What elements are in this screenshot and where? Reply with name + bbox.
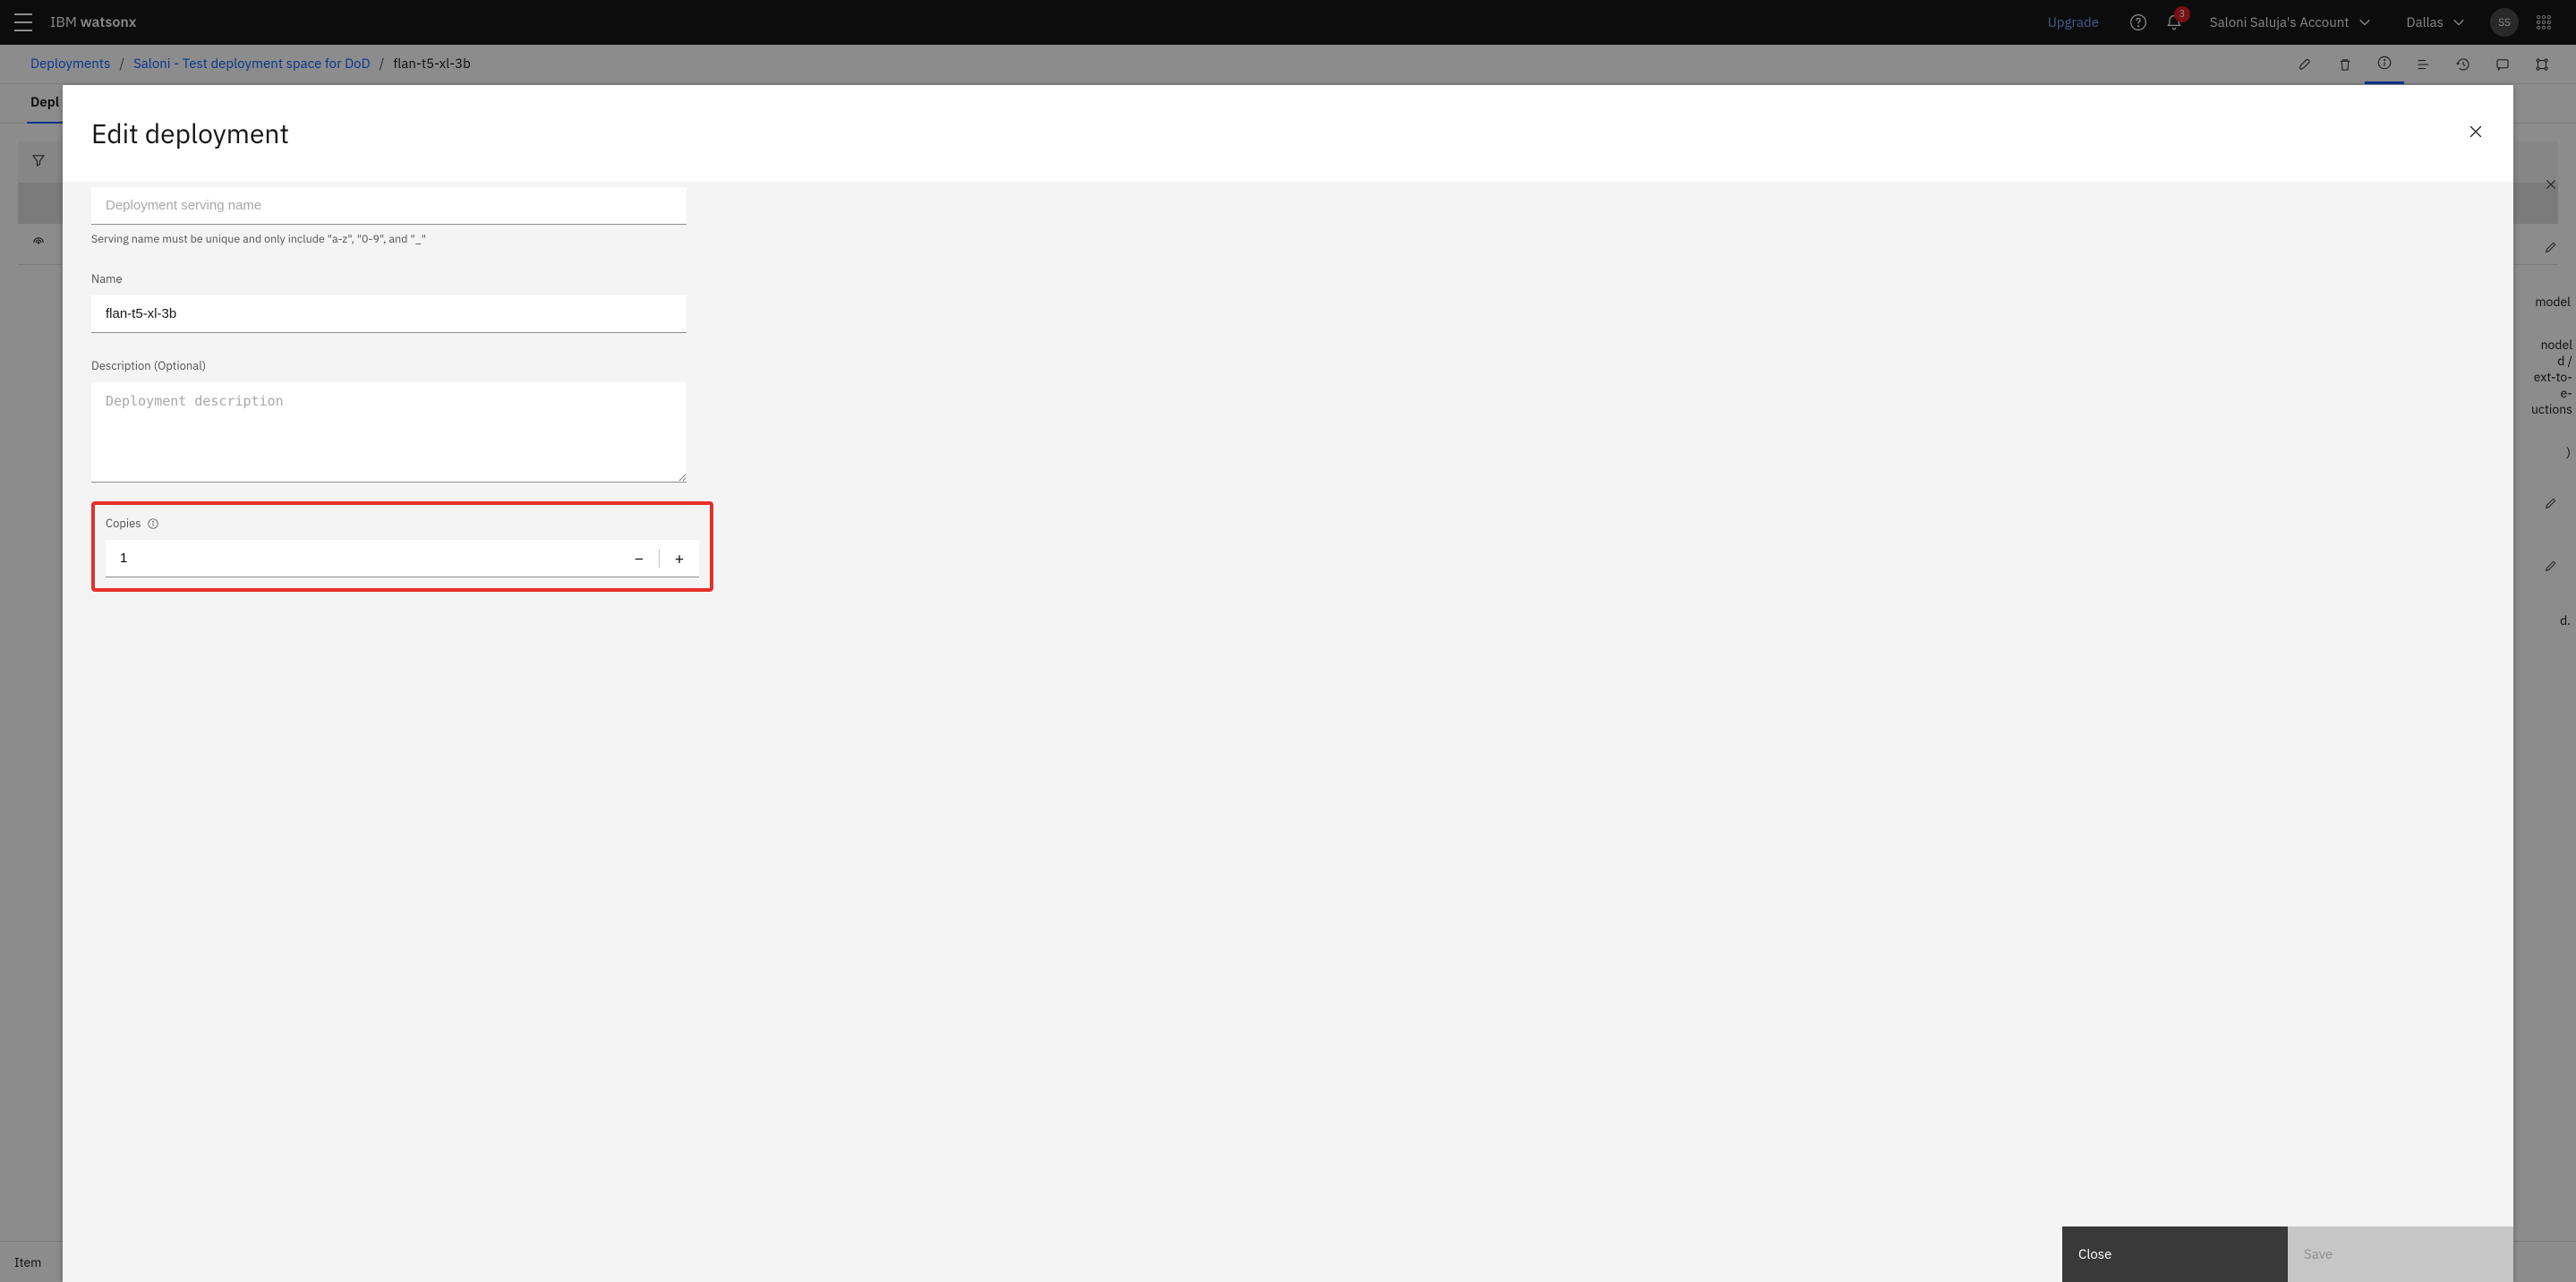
serving-name-input[interactable] — [91, 187, 687, 225]
copies-increment-button[interactable]: + — [660, 540, 699, 577]
copies-highlight-box: Copies − + — [91, 501, 713, 592]
close-icon[interactable] — [2467, 123, 2485, 145]
copies-decrement-button[interactable]: − — [619, 540, 659, 577]
info-icon[interactable] — [147, 517, 159, 530]
save-button[interactable]: Save — [2288, 1226, 2513, 1282]
copies-input[interactable] — [106, 540, 619, 577]
edit-deployment-modal: Edit deployment Serving name must be uni… — [63, 85, 2513, 1282]
name-input[interactable] — [91, 295, 687, 333]
serving-name-helper: Serving name must be unique and only inc… — [91, 232, 687, 246]
copies-label: Copies — [106, 516, 699, 531]
modal-title: Edit deployment — [91, 116, 289, 151]
name-label: Name — [91, 271, 687, 286]
description-input[interactable] — [91, 382, 687, 483]
modal-footer: Close Save — [63, 1226, 2513, 1282]
copies-stepper: − + — [106, 540, 699, 577]
description-label: Description (Optional) — [91, 358, 687, 373]
close-button[interactable]: Close — [2062, 1226, 2288, 1282]
